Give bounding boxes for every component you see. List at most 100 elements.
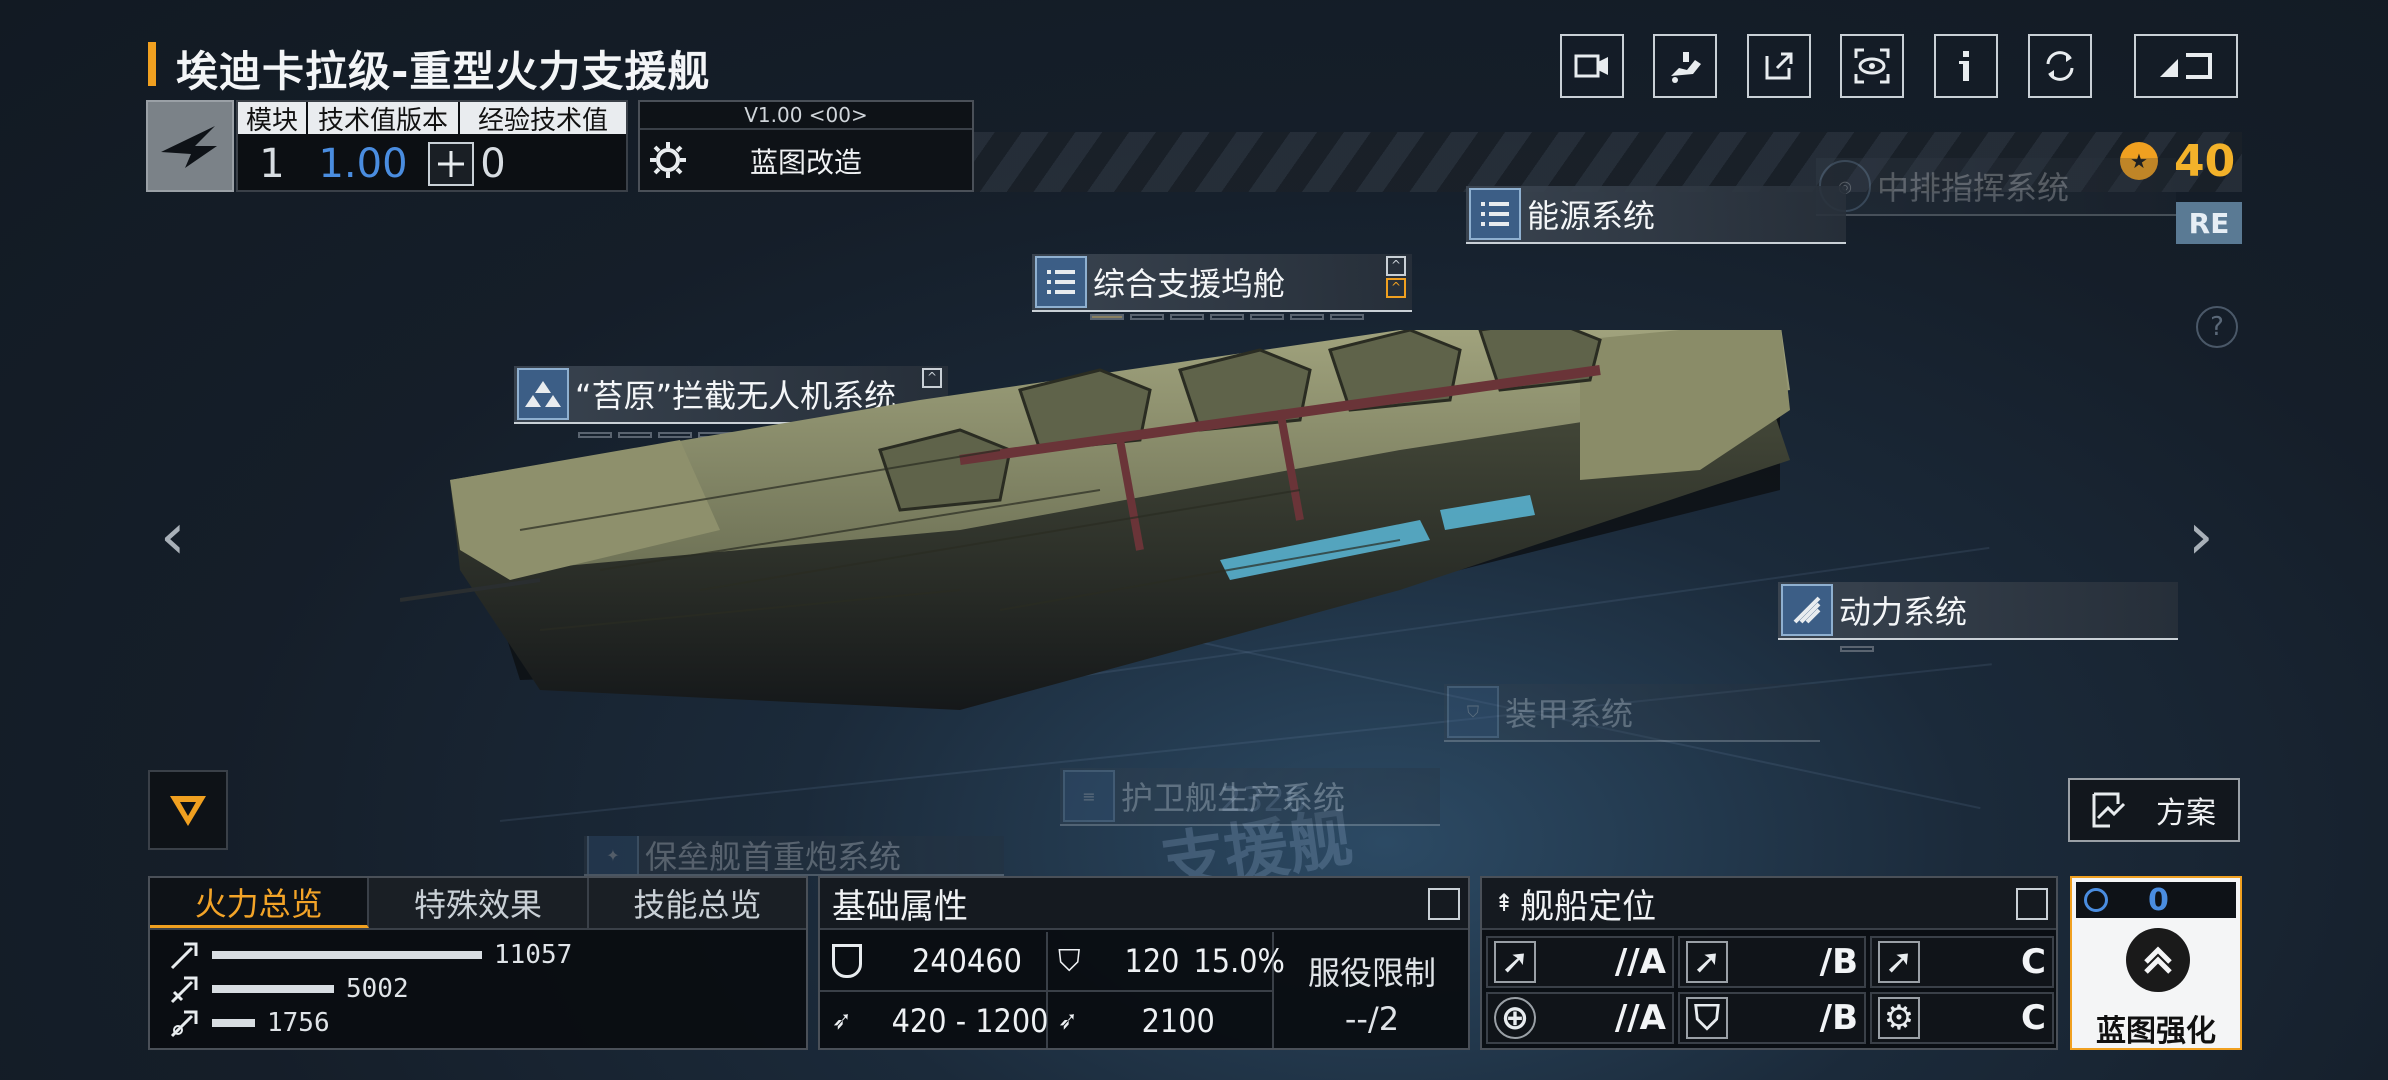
- tag-escort-system[interactable]: ≡ 护卫舰生产系统: [1060, 768, 1440, 826]
- back-button[interactable]: [2134, 34, 2238, 98]
- plan-icon: [2092, 792, 2126, 828]
- module-count: 1: [259, 141, 285, 187]
- siege-icon: ➚: [1878, 941, 1920, 983]
- bow-gun-system-label: 保垒舰首重炮系统: [645, 838, 902, 876]
- crosshair-icon[interactable]: [428, 142, 474, 186]
- plan-button-label: 方案: [2156, 796, 2216, 831]
- attributes-panel: 基础属性 240460 ⛉ 120 15.0% ➶ 420 - 1200 ➶ 2…: [818, 876, 1470, 1050]
- triangle-down-icon: [170, 796, 206, 826]
- module-header: 模块: [238, 102, 306, 136]
- tab-skills[interactable]: 技能总览: [588, 878, 806, 928]
- list-icon: [1035, 256, 1087, 308]
- faction-emblem-icon: [161, 126, 217, 168]
- speed-stat: ➶ 420 - 1200: [832, 992, 1048, 1050]
- view-button[interactable]: [1840, 34, 1904, 98]
- grade-siege: ➚ C: [1870, 936, 2054, 988]
- blueprint-modify-button[interactable]: V1.00 <00> 蓝图改造: [638, 100, 974, 192]
- expand-icon[interactable]: [1428, 888, 1460, 920]
- command-system-label: 中排指挥系统: [1877, 169, 2070, 207]
- info-icon: [1959, 51, 1969, 81]
- shield-icon: ⛉: [1686, 997, 1728, 1039]
- firepower-value: 5002: [346, 974, 409, 1004]
- exp-tech-header: 经验技术值: [460, 102, 626, 136]
- attributes-title-text: 基础属性: [832, 886, 968, 927]
- support-dock-slots: [1090, 314, 1364, 320]
- faction-logo: [146, 100, 234, 192]
- page-title: 埃迪卡拉级-重型火力支援舰: [176, 47, 711, 96]
- info-button[interactable]: [1934, 34, 1998, 98]
- grade-slashes: /: [1819, 942, 1833, 982]
- video-button[interactable]: [1560, 34, 1624, 98]
- panel-tabs: 火力总览 特殊效果 技能总览: [150, 878, 806, 930]
- positioning-panel: ⇞ 舰船定位 ➚ //A ➚ /B ➚ C ⊕ //A ⛉ /B ⚙ C: [1480, 876, 2058, 1050]
- share-button[interactable]: [1747, 34, 1811, 98]
- grade-letter: C: [2021, 998, 2046, 1038]
- prev-ship-arrow[interactable]: ‹: [160, 500, 186, 574]
- re-badge[interactable]: RE: [2176, 202, 2242, 244]
- tag-command-system[interactable]: ◎ 中排指挥系统: [1816, 158, 2176, 216]
- exp-tech-value: 0: [480, 141, 506, 187]
- grade-letter: A: [1639, 998, 1666, 1038]
- hp-value: 240460: [912, 942, 1022, 980]
- tech-info-table: 模块 技术值版本 经验技术值 1 1.00 0: [236, 100, 628, 192]
- blueprint-modify-label: 蓝图改造: [749, 146, 862, 179]
- grade-defense: ⛉ /B: [1678, 992, 1866, 1044]
- power-system-slots: [1840, 646, 1874, 652]
- blueprint-version: V1.00 <00>: [640, 102, 972, 130]
- tag-power-system[interactable]: 动力系统: [1778, 582, 2178, 640]
- back-icon: [2160, 53, 2212, 79]
- power-system-label: 动力系统: [1839, 593, 1968, 631]
- ship-model[interactable]: [399, 318, 1820, 750]
- hp-stat: 240460: [832, 932, 1022, 990]
- tab-special-effects[interactable]: 特殊效果: [369, 878, 589, 928]
- anti-air-icon: [170, 976, 198, 1004]
- grade-slashes: //: [1614, 942, 1640, 982]
- grade-slashes: //: [1614, 998, 1640, 1038]
- upgrade-arrows-icon: ^ ^: [1386, 256, 1406, 298]
- tab-firepower[interactable]: 火力总览: [150, 878, 370, 928]
- firepower-value: 11057: [494, 940, 573, 970]
- refresh-icon: [2046, 51, 2074, 81]
- video-camera-icon: [1574, 54, 1608, 78]
- warp-stat: ➶ 2100: [1058, 992, 1215, 1050]
- service-limit-value: --/2: [1344, 1000, 1400, 1038]
- list-icon: ≡: [1063, 770, 1115, 822]
- firepower-bar: [212, 951, 482, 959]
- cannon-icon: ✦: [587, 836, 639, 874]
- support-icon: ⊕: [1494, 997, 1536, 1039]
- armor-pct: 15.0%: [1193, 942, 1285, 980]
- firepower-row: 11057: [170, 938, 572, 972]
- tech-version-value: 1.00: [318, 141, 408, 187]
- tag-support-dock[interactable]: 综合支援坞舱 ^ ^: [1032, 254, 1412, 312]
- anti-ship-icon: ➚: [1494, 941, 1536, 983]
- plan-button[interactable]: 方案: [2068, 778, 2240, 842]
- grade-letter: C: [2021, 942, 2046, 982]
- currency-value: 40: [2174, 135, 2236, 187]
- collapse-toggle-button[interactable]: [148, 770, 228, 850]
- refresh-button[interactable]: [2028, 34, 2092, 98]
- firepower-panel: 火力总览 特殊效果 技能总览 11057 5002 1756: [148, 876, 808, 1050]
- grade-letter: B: [1832, 942, 1858, 982]
- grade-utility: ⚙ C: [1870, 992, 2054, 1044]
- anti-ship-icon: [170, 942, 198, 970]
- title-accent: [148, 42, 156, 86]
- blueprint-enhance-label: 蓝图强化: [2096, 1014, 2216, 1049]
- firepower-row: 1756: [170, 1006, 330, 1040]
- firepower-row: 5002: [170, 972, 409, 1006]
- firepower-bar: [212, 985, 334, 993]
- help-icon[interactable]: ?: [2196, 306, 2238, 348]
- blueprint-enhance-button[interactable]: 0 蓝图强化: [2070, 876, 2242, 1050]
- warp-icon: ➶: [1058, 1006, 1078, 1036]
- tag-energy-system[interactable]: 能源系统: [1466, 186, 1846, 244]
- list-icon: [1469, 188, 1521, 240]
- enhance-resource-value: 0: [2148, 882, 2169, 918]
- expand-icon[interactable]: [2016, 888, 2048, 920]
- grade-slashes: /: [1819, 998, 1833, 1038]
- hangar-button[interactable]: [1653, 34, 1717, 98]
- positioning-title: ⇞ 舰船定位: [1482, 878, 2056, 930]
- tag-bow-gun-system[interactable]: ✦ 保垒舰首重炮系统: [584, 836, 1004, 876]
- blueprint-chip-icon: [2084, 888, 2108, 912]
- rank-up-icon: ⇞: [1494, 889, 1515, 917]
- share-icon: [1765, 52, 1793, 80]
- next-ship-arrow[interactable]: ›: [2188, 500, 2214, 574]
